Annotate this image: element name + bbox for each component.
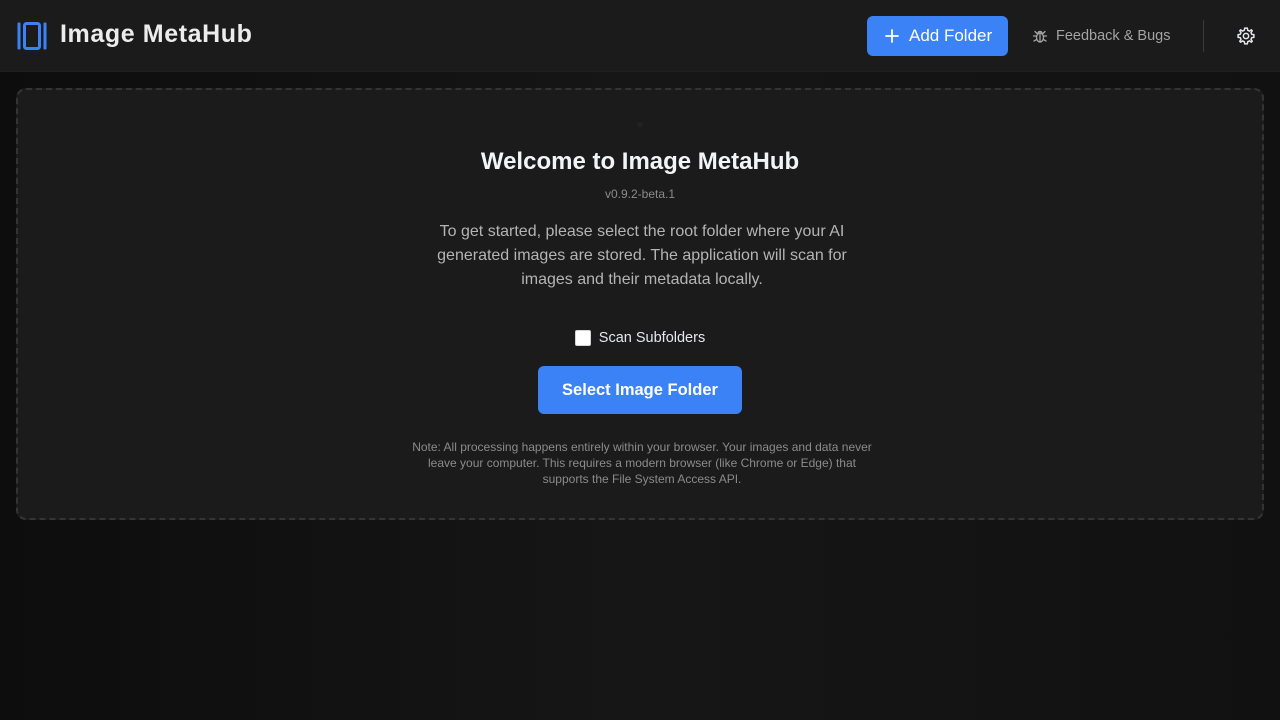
scan-subfolders-label[interactable]: Scan Subfolders [599, 330, 705, 346]
scan-subfolders-row: Scan Subfolders [18, 330, 1262, 346]
add-folder-label: Add Folder [909, 26, 993, 45]
app-title: Image MetaHub [60, 20, 253, 48]
header-divider [1203, 20, 1204, 52]
bug-icon [1032, 28, 1048, 44]
gear-icon [1237, 27, 1255, 45]
version-label: v0.9.2-beta.1 [604, 187, 676, 201]
metahub-logo-icon [17, 22, 47, 50]
settings-button[interactable] [1235, 25, 1257, 47]
intro-text: To get started, please select the root f… [437, 223, 847, 288]
loading-indicator-icon: ◌ [637, 120, 643, 129]
welcome-panel: ◌ Welcome to Image MetaHub v0.9.2-beta.1… [16, 88, 1264, 520]
add-folder-button[interactable]: Add Folder [867, 16, 1008, 56]
scan-subfolders-checkbox[interactable] [574, 330, 591, 346]
privacy-note: Note: All processing happens entirely wi… [412, 440, 872, 486]
select-image-folder-button[interactable]: Select Image Folder [538, 366, 742, 414]
app-header: Image MetaHub Add Folder Feedback & Bugs [0, 0, 1280, 72]
feedback-link[interactable]: Feedback & Bugs [1032, 26, 1170, 46]
feedback-label: Feedback & Bugs [1056, 28, 1171, 44]
select-image-folder-label: Select Image Folder [562, 380, 718, 399]
plus-icon [885, 29, 899, 43]
welcome-title: Welcome to Image MetaHub [480, 148, 800, 175]
